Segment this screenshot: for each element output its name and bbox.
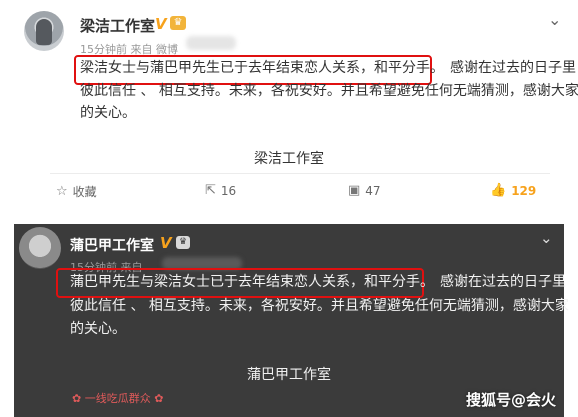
post-text-line-2: 彼此信任 、 相互支持。未来，各祝安好。并且希望避免任何无端猜测，感谢大家 bbox=[80, 83, 578, 99]
chevron-down-icon[interactable]: ⌄ bbox=[540, 229, 553, 247]
vip-crown-icon: ♛ bbox=[176, 236, 190, 249]
post-text-line-1: 梁洁女士与蒲巴甲先生已于去年结束恋人关系，和平分手。 感谢在过去的日子里 bbox=[80, 58, 576, 79]
sparkle-icon: ✿ bbox=[154, 392, 164, 405]
post-text-line-3: 的关心。 bbox=[80, 105, 136, 121]
author-name[interactable]: 梁洁工作室 bbox=[80, 15, 155, 36]
author-avatar[interactable] bbox=[19, 227, 61, 269]
post-signature: 蒲巴甲工作室 bbox=[247, 367, 331, 383]
highlighted-text: 梁洁女士与蒲巴甲先生已于去年结束恋人关系，和平分手。 bbox=[80, 60, 444, 76]
text-rest: 感谢在过去的日子里 bbox=[440, 274, 566, 290]
fan-group-label[interactable]: ✿ 一线吃瓜群众 ✿ bbox=[72, 390, 163, 406]
post-text-line-1: 蒲巴甲先生与梁洁女士已于去年结束恋人关系，和平分手。 感谢在过去的日子里 bbox=[70, 272, 566, 293]
author-avatar[interactable] bbox=[24, 11, 64, 51]
sparkle-icon: ✿ bbox=[72, 392, 82, 405]
action-bar: ☆ 收藏 ⇱ 16 ▣ 47 👍 129 bbox=[0, 183, 578, 203]
comment-button[interactable]: ▣ 47 bbox=[348, 183, 381, 198]
thumbs-up-icon: 👍 bbox=[490, 183, 507, 198]
highlighted-text: 蒲巴甲先生与梁洁女士已于去年结束恋人关系，和平分手。 bbox=[70, 274, 434, 290]
verified-v-icon: V bbox=[160, 234, 172, 252]
like-button[interactable]: 👍 129 bbox=[490, 183, 536, 198]
chevron-down-icon[interactable]: ⌄ bbox=[548, 10, 561, 29]
divider bbox=[50, 173, 550, 174]
blurred-region bbox=[186, 36, 236, 50]
repost-button[interactable]: ⇱ 16 bbox=[205, 183, 236, 198]
favorite-button[interactable]: ☆ 收藏 bbox=[56, 183, 97, 200]
post-signature: 梁洁工作室 bbox=[254, 151, 324, 167]
post-text-line-3: 的关心。 bbox=[70, 321, 126, 337]
text-rest: 感谢在过去的日子里 bbox=[450, 60, 576, 76]
verified-v-icon: V bbox=[155, 15, 167, 33]
weibo-post-liangjie: 梁洁工作室 V ♛ ⌄ 15分钟前 来自 微博 梁洁女士与蒲巴甲先生已于去年结束… bbox=[0, 0, 578, 208]
author-name[interactable]: 蒲巴甲工作室 bbox=[70, 235, 154, 255]
spacer bbox=[0, 208, 578, 224]
watermark: 搜狐号@会火 bbox=[466, 391, 557, 409]
vip-crown-icon: ♛ bbox=[170, 16, 186, 30]
repost-icon: ⇱ bbox=[205, 183, 216, 198]
post-text-line-2: 彼此信任 、 相互支持。未来，各祝安好。并且希望避免任何无端猜测，感谢大家 bbox=[70, 298, 569, 314]
comment-icon: ▣ bbox=[348, 183, 361, 198]
star-icon: ☆ bbox=[56, 184, 68, 199]
